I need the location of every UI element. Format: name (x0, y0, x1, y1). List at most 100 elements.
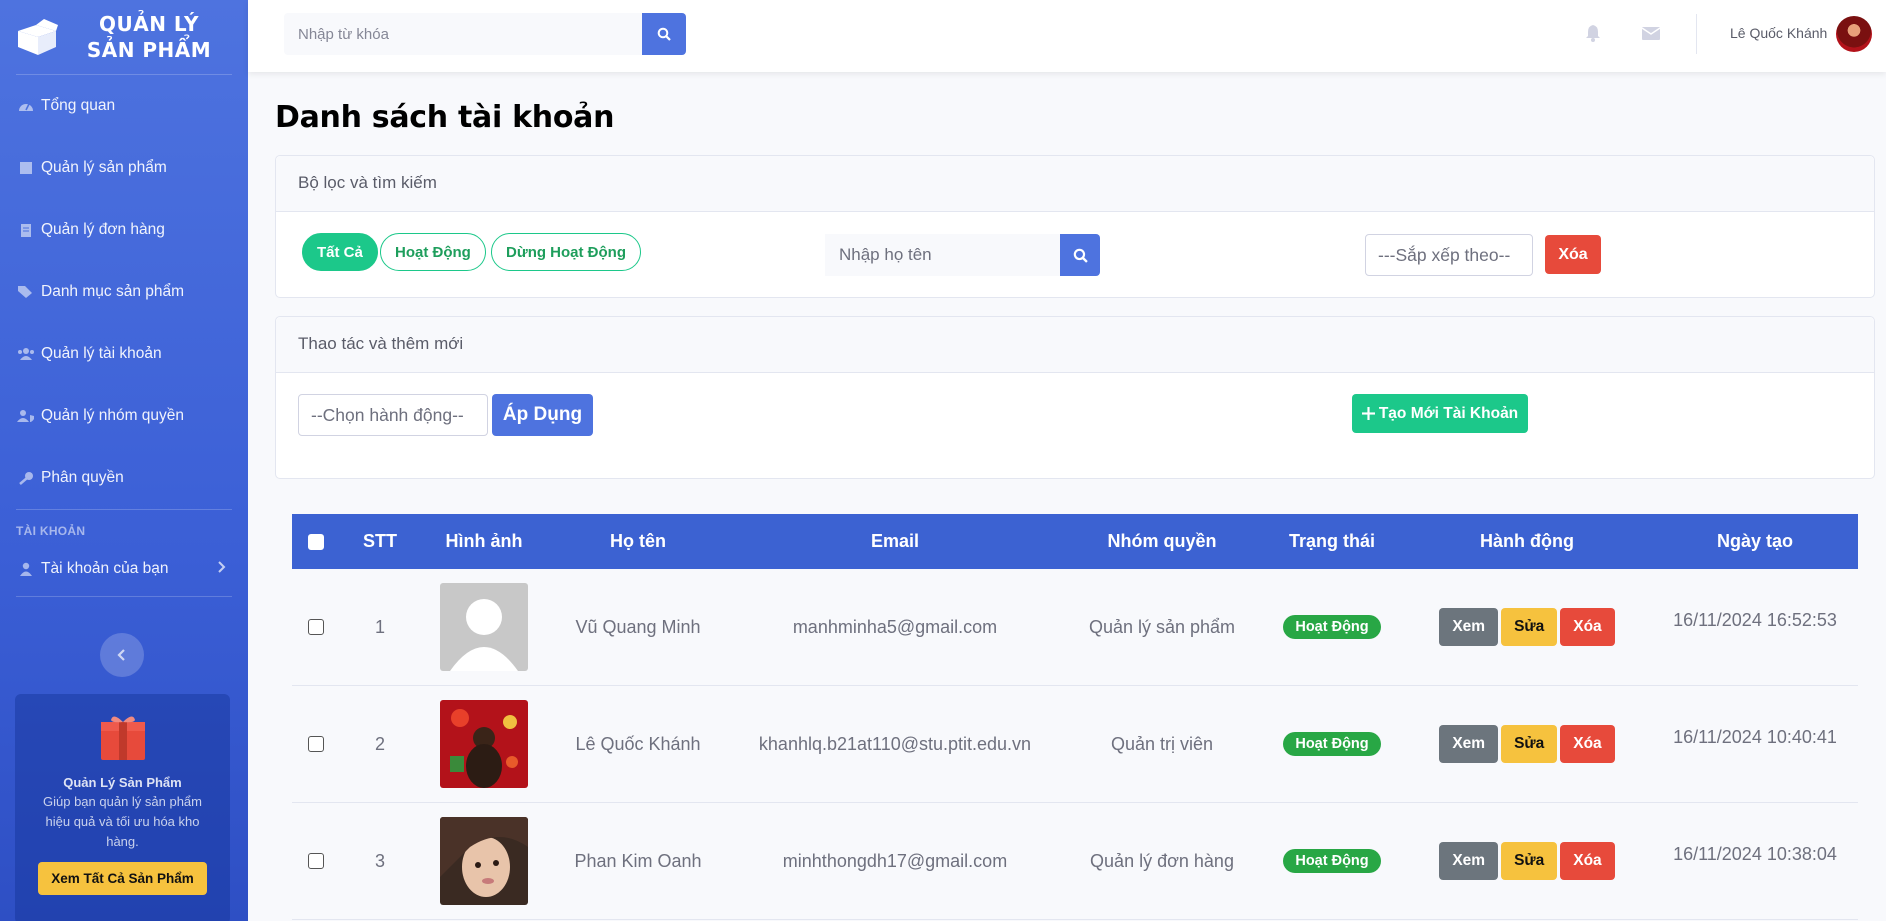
row-checkbox-cell (292, 619, 340, 635)
brand[interactable]: QUẢN LÝ SẢN PHẨM (0, 0, 248, 74)
gauge-icon (17, 98, 35, 114)
header-status: Trạng thái (1288, 531, 1375, 551)
sidebar-item-orders[interactable]: Quản lý đơn hàng (0, 199, 248, 261)
topbar: Lê Quốc Khánh (248, 0, 1886, 72)
sidebar-item-role-groups[interactable]: Quản lý nhóm quyền (0, 385, 248, 447)
key-icon (17, 470, 35, 486)
header-image: Hình ảnh (445, 531, 523, 551)
promo-title: Quản Lý Sản Phẩm (63, 775, 182, 790)
row-date-cell: 16/11/2024 10:38:04 (1652, 844, 1858, 865)
top-search-input[interactable] (284, 13, 642, 55)
view-all-products-button[interactable]: Xem Tất Cả Sản Phẩm (38, 862, 207, 895)
row-actions: Xem Sửa Xóa (1402, 725, 1652, 763)
row-role-group: Quản trị viên (1110, 733, 1214, 754)
sidebar-toggle-button[interactable] (100, 633, 144, 677)
delete-button[interactable]: Xóa (1560, 725, 1615, 763)
sidebar-item-overview[interactable]: Tổng quan (0, 75, 248, 137)
default-avatar-image (440, 583, 528, 671)
chevron-left-icon (117, 649, 125, 661)
sidebar-item-accounts[interactable]: Quản lý tài khoản (0, 323, 248, 385)
sidebar-heading-account: TÀI KHOẢN (16, 524, 86, 538)
edit-button[interactable]: Sửa (1501, 842, 1558, 880)
delete-button[interactable]: Xóa (1560, 608, 1615, 646)
top-search (284, 13, 686, 55)
view-button[interactable]: Xem (1439, 842, 1499, 880)
brand-line-2: SẢN PHẨM (86, 38, 212, 62)
sidebar-item-label: Danh mục sản phẩm (41, 283, 185, 300)
header-email: Email (870, 531, 920, 551)
header-actions: Hành động (1480, 531, 1574, 551)
row-actions: Xem Sửa Xóa (1402, 842, 1652, 880)
sidebar: QUẢN LÝ SẢN PHẨM Tổng quan Quản lý sản p… (0, 0, 248, 921)
edit-button[interactable]: Sửa (1501, 608, 1558, 646)
sidebar-item-my-account[interactable]: Tài khoản của bạn (0, 542, 248, 596)
row-status-cell: Hoạt Động (1262, 849, 1402, 873)
edit-button[interactable]: Sửa (1501, 725, 1558, 763)
user-photo-image (440, 700, 528, 788)
create-account-label: Tạo Mới Tài Khoản (1378, 404, 1519, 422)
row-stt: 3 (374, 850, 385, 871)
user-name[interactable]: Lê Quốc Khánh (1730, 25, 1827, 41)
user-icon (17, 561, 35, 577)
status-badge: Hoạt Động (1283, 732, 1381, 756)
row-role-group: Quản lý sản phẩm (1088, 616, 1236, 637)
brand-title: QUẢN LÝ SẢN PHẨM (60, 11, 238, 63)
table-row: 3 Phan Kim Oanh minhthongdh17@gmail.com … (292, 803, 1858, 920)
row-stt: 2 (374, 733, 385, 754)
filter-inactive-button[interactable]: Dừng Hoạt Động (491, 233, 642, 271)
bulk-action-select[interactable]: --Chọn hành động-- (298, 394, 488, 436)
row-checkbox[interactable] (308, 619, 324, 635)
topbar-divider (1696, 14, 1697, 54)
row-stt: 1 (374, 616, 385, 637)
status-badge: Hoạt Động (1283, 849, 1381, 873)
filter-all-button[interactable]: Tất Cả (302, 233, 378, 271)
row-status-cell: Hoạt Động (1262, 732, 1402, 756)
row-email: khanhlq.b21at110@stu.ptit.edu.vn (758, 733, 1032, 754)
view-button[interactable]: Xem (1439, 725, 1499, 763)
create-account-button[interactable]: Tạo Mới Tài Khoản (1352, 394, 1528, 433)
row-date-cell: 16/11/2024 10:40:41 (1652, 727, 1858, 748)
header-created-date: Ngày tạo (1716, 531, 1794, 551)
sort-select[interactable]: ---Sắp xếp theo-- (1365, 234, 1533, 276)
delete-button[interactable]: Xóa (1560, 842, 1615, 880)
row-checkbox[interactable] (308, 853, 324, 869)
row-date-cell: 16/11/2024 16:52:53 (1652, 610, 1858, 631)
view-button[interactable]: Xem (1439, 608, 1499, 646)
avatar[interactable] (1836, 16, 1872, 52)
plus-icon (1361, 407, 1375, 420)
header-name: Họ tên (610, 531, 666, 551)
bell-icon[interactable] (1583, 23, 1603, 43)
row-created-date: 16/11/2024 16:52:53 (1673, 609, 1837, 630)
row-name: Vũ Quang Minh (575, 616, 701, 637)
header-stt: STT (363, 531, 397, 551)
filter-active-button[interactable]: Hoạt Động (380, 233, 486, 271)
sidebar-item-label: Quản lý tài khoản (41, 345, 162, 362)
tags-icon (17, 284, 35, 300)
table-row: 2 Lê Quốc Khánh khanhlq.b21at110@stu.pti… (292, 686, 1858, 803)
select-all-checkbox[interactable] (308, 533, 324, 550)
sidebar-item-permissions[interactable]: Phân quyền (0, 447, 248, 509)
header-checkbox-cell (292, 533, 340, 550)
top-search-button[interactable] (642, 13, 686, 55)
row-checkbox-cell (292, 736, 340, 752)
name-search-button[interactable] (1060, 234, 1100, 276)
sidebar-item-label: Quản lý nhóm quyền (41, 407, 185, 424)
action-card-header: Thao tác và thêm mới (276, 317, 1874, 373)
filter-card: Bộ lọc và tìm kiếm (275, 155, 1875, 298)
row-image-cell (420, 817, 548, 905)
status-badge: Hoạt Động (1283, 615, 1381, 639)
sidebar-item-products[interactable]: Quản lý sản phẩm (0, 137, 248, 199)
envelope-icon[interactable] (1641, 23, 1661, 43)
row-name: Lê Quốc Khánh (575, 733, 701, 754)
filter-card-header: Bộ lọc và tìm kiếm (276, 156, 1874, 212)
row-status-cell: Hoạt Động (1262, 615, 1402, 639)
apply-button[interactable]: Áp Dụng (492, 394, 593, 436)
row-created-date: 16/11/2024 10:38:04 (1673, 843, 1837, 864)
box-logo-icon (18, 19, 58, 55)
user-photo-image (440, 817, 528, 905)
sidebar-item-categories[interactable]: Danh mục sản phẩm (0, 261, 248, 323)
brand-line-1: QUẢN LÝ (98, 12, 200, 36)
clear-filter-button[interactable]: Xóa (1545, 235, 1601, 274)
row-checkbox[interactable] (308, 736, 324, 752)
name-search-input[interactable] (825, 234, 1060, 276)
